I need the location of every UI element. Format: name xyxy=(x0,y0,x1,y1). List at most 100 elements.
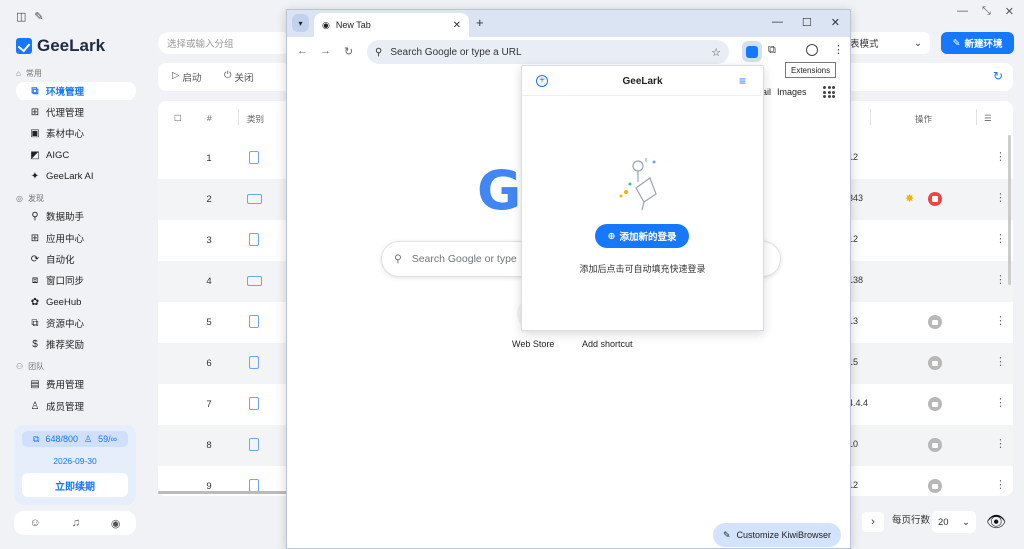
tab-new-tab[interactable]: ◉ New Tab ✕ xyxy=(314,13,469,37)
resources-icon: ⧉ xyxy=(31,317,39,329)
profile-icon[interactable] xyxy=(806,44,818,56)
lock-icon[interactable] xyxy=(928,315,942,329)
user-icon[interactable]: ◉ xyxy=(111,517,121,530)
sidebar-item-aigc[interactable]: ◩ AIGC xyxy=(16,146,136,164)
google-apps-icon[interactable] xyxy=(823,86,835,98)
address-bar[interactable]: ⚲ Search Google or type a URL ☆ xyxy=(367,40,729,64)
popup-title: GeeLark xyxy=(622,76,663,87)
sidebar-item-resources[interactable]: ⧉ 资源中心 xyxy=(16,314,136,332)
empty-state-illustration-icon xyxy=(619,158,657,211)
back-icon[interactable]: ← xyxy=(297,45,308,57)
minimize-icon[interactable]: — xyxy=(772,16,783,29)
column-settings-icon[interactable]: ☰ xyxy=(984,113,992,124)
refresh-icon[interactable]: ↻ xyxy=(993,69,1003,83)
popup-header: + GeeLark ≡ xyxy=(522,66,763,96)
extensions-tooltip: Extensions xyxy=(785,62,837,78)
support-icon[interactable]: ☺ xyxy=(29,517,40,529)
row-more-icon[interactable]: ⋮ xyxy=(995,150,1006,163)
bell-icon[interactable]: ♫ xyxy=(72,517,80,529)
vertical-scrollbar[interactable] xyxy=(1008,135,1011,285)
renew-button[interactable]: 立即续期 xyxy=(22,473,128,497)
sidebar-item-automation[interactable]: ⟳ 自动化 xyxy=(16,250,136,268)
row-more-icon[interactable]: ⋮ xyxy=(995,314,1006,327)
new-tab-icon[interactable]: + xyxy=(476,15,484,30)
extensions-puzzle-icon[interactable]: ⧉ xyxy=(768,44,776,57)
minimize-icon[interactable]: — xyxy=(957,5,968,18)
sidebar-item-proxy[interactable]: ⊞ 代理管理 xyxy=(16,103,136,121)
stop-icon[interactable] xyxy=(928,192,942,206)
expiry-date: 2026-09-30 xyxy=(53,456,97,466)
sidebar-item-geelark-ai[interactable]: ✦ GeeLark AI xyxy=(16,167,136,185)
row-more-icon[interactable]: ⋮ xyxy=(995,437,1006,450)
page-size-select[interactable]: 20 ⌄ xyxy=(932,511,976,533)
chevron-down-icon: ⌄ xyxy=(914,37,922,49)
row-number: 1 xyxy=(206,153,212,164)
restore-icon[interactable]: ⤡ xyxy=(982,5,991,18)
team-icon: ⚇ xyxy=(16,362,24,371)
reward-icon: $ xyxy=(32,338,38,350)
close-button[interactable]: ⏻ 关闭 xyxy=(224,70,254,84)
row-more-icon[interactable]: ⋮ xyxy=(995,273,1006,286)
sidebar-item-data-assistant[interactable]: ⚲ 数据助手 xyxy=(16,207,136,225)
sidebar-item-rewards[interactable]: $ 推荐奖励 xyxy=(16,335,136,353)
forward-icon[interactable]: → xyxy=(320,45,331,57)
browser-menu-icon[interactable]: ⋮ xyxy=(833,43,844,56)
group-select-input[interactable]: 选择或输入分组 xyxy=(158,32,293,54)
edit-icon: ✎ xyxy=(952,37,961,49)
row-number: 3 xyxy=(206,235,212,246)
aigc-icon: ◩ xyxy=(30,149,40,161)
bookmark-star-icon[interactable]: ☆ xyxy=(711,46,721,59)
select-all-checkbox[interactable]: ☐ xyxy=(174,113,182,124)
menu-icon[interactable]: ≡ xyxy=(739,74,746,88)
sidebar-item-members[interactable]: ♙ 成员管理 xyxy=(16,397,136,415)
lock-icon[interactable] xyxy=(928,356,942,370)
eye-icon[interactable]: 👁 xyxy=(986,512,1006,532)
row-more-icon[interactable]: ⋮ xyxy=(995,355,1006,368)
row-more-icon[interactable]: ⋮ xyxy=(995,478,1006,491)
shortcut-add[interactable]: Add shortcut xyxy=(582,339,633,349)
close-icon[interactable]: ✕ xyxy=(1005,5,1014,18)
add-new-login-button[interactable]: ⊕ 添加新的登录 xyxy=(595,224,689,248)
new-environment-button[interactable]: ✎ 新建环境 xyxy=(941,32,1014,54)
plus-circle-icon: ⊕ xyxy=(607,230,616,242)
geelark-extension-icon xyxy=(746,45,758,58)
customize-browser-button[interactable]: ✎ Customize KiwiBrowser xyxy=(713,523,841,547)
close-tab-icon[interactable]: ✕ xyxy=(453,20,461,31)
next-page-button[interactable]: › xyxy=(862,512,884,532)
lock-icon[interactable] xyxy=(928,438,942,452)
phone-icon xyxy=(249,151,259,164)
laptop-icon xyxy=(247,194,262,204)
sidebar-item-billing[interactable]: ▤ 费用管理 xyxy=(16,375,136,393)
billing-icon: ▤ xyxy=(30,378,40,390)
sync-icon: ⧈ xyxy=(31,274,39,286)
sidebar-item-environments[interactable]: ⧉ 环境管理 xyxy=(16,82,136,100)
row-more-icon[interactable]: ⋮ xyxy=(995,191,1006,204)
bulb-icon[interactable]: ✸ xyxy=(905,192,917,206)
start-button[interactable]: ▷ 启动 xyxy=(172,70,201,84)
edit-icon[interactable]: ✎ xyxy=(34,10,43,23)
tab-search-icon[interactable]: ▾ xyxy=(292,14,309,32)
maximize-icon[interactable]: ☐ xyxy=(802,16,812,29)
sidebar-item-materials[interactable]: ▣ 素材中心 xyxy=(16,124,136,142)
geelark-extension-button[interactable] xyxy=(742,41,762,62)
logo-text: GeeLark xyxy=(37,36,106,55)
row-more-icon[interactable]: ⋮ xyxy=(995,396,1006,409)
lock-icon[interactable] xyxy=(928,397,942,411)
sidebar-item-geehub[interactable]: ✿ GeeHub xyxy=(16,293,136,311)
reload-icon[interactable]: ↻ xyxy=(344,45,353,58)
lock-icon[interactable] xyxy=(928,479,942,493)
close-icon[interactable]: ✕ xyxy=(831,16,840,29)
shortcut-web-store[interactable]: Web Store xyxy=(512,339,554,349)
row-more-icon[interactable]: ⋮ xyxy=(995,232,1006,245)
col-divider xyxy=(238,109,239,125)
browser-nav-bar: ← → ↻ ⚲ Search Google or type a URL ☆ ⧉ … xyxy=(287,37,850,67)
sidebar-item-app-center[interactable]: ⊞ 应用中心 xyxy=(16,229,136,247)
phone-icon xyxy=(249,438,259,451)
sidebar-toggle-icon[interactable]: ◫ xyxy=(16,10,26,23)
search-icon: ⚲ xyxy=(394,253,402,265)
play-icon: ▷ xyxy=(172,70,180,81)
browser-tab-bar: ▾ ◉ New Tab ✕ + — ☐ ✕ xyxy=(287,10,850,37)
sidebar-item-window-sync[interactable]: ⧈ 窗口同步 xyxy=(16,271,136,289)
view-mode-select[interactable]: 表模式 ⌄ xyxy=(846,32,930,54)
images-link[interactable]: Images xyxy=(777,87,807,97)
